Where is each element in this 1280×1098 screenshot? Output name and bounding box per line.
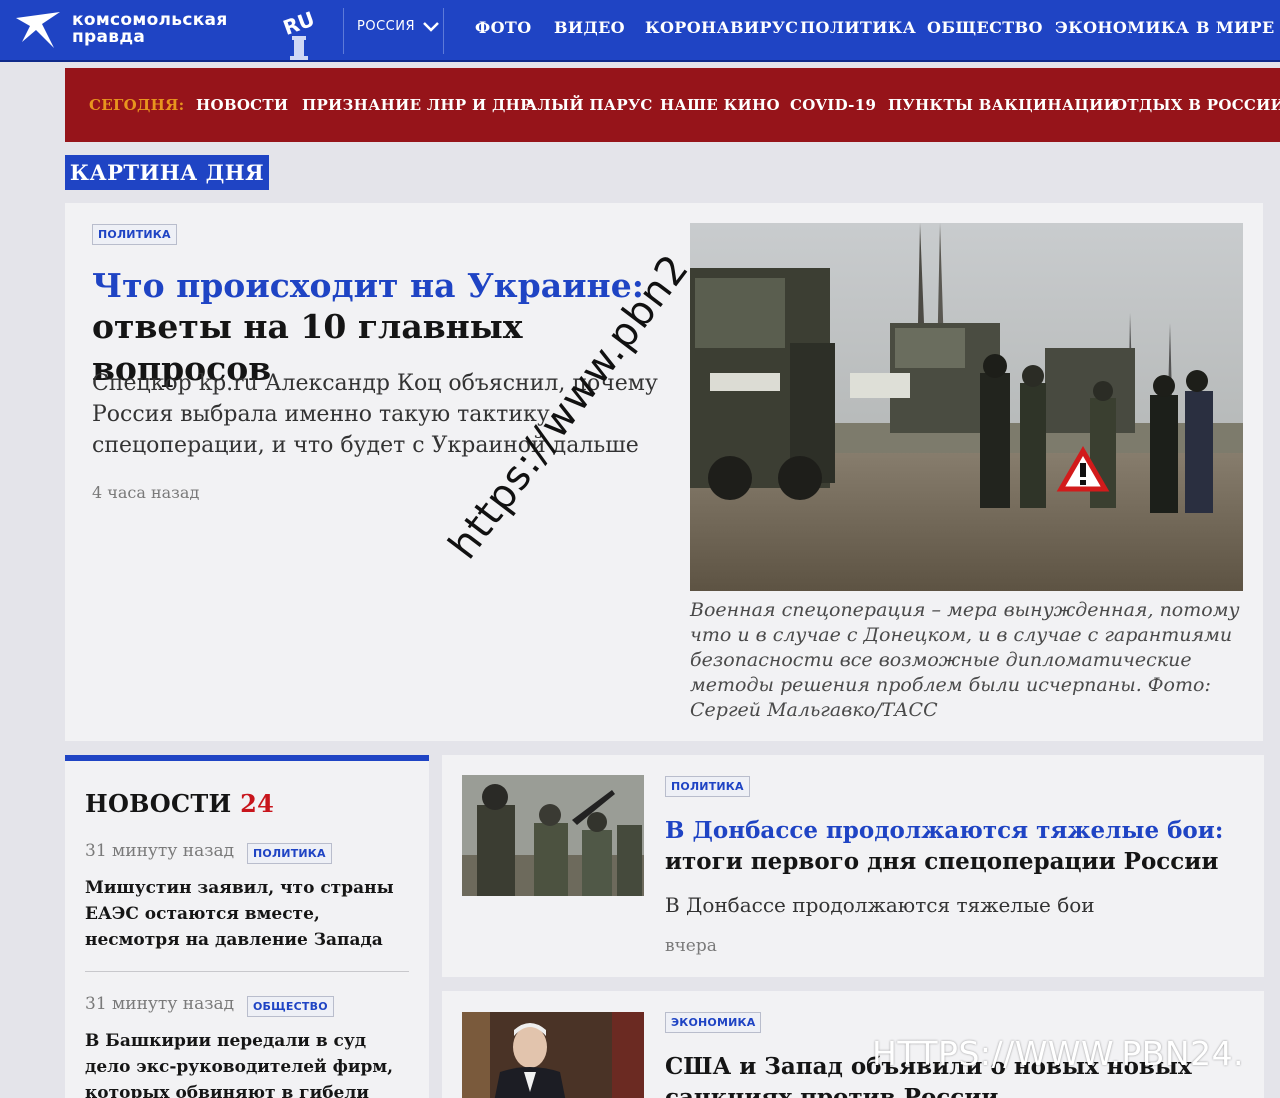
photo-caption: Военная спецоперация – мера вынужденная,… bbox=[690, 599, 1240, 721]
divider bbox=[443, 8, 444, 54]
today-news-link[interactable]: НОВОСТИ bbox=[196, 96, 288, 114]
top-navbar: комсомольская правда RU РОССИЯ ФОТО ВИДЕ… bbox=[0, 0, 1280, 62]
logo-text: комсомольская правда bbox=[72, 10, 228, 47]
chevron-down-icon bbox=[423, 21, 439, 32]
today-lnr-dnr-link[interactable]: ПРИЗНАНИЕ ЛНР И ДНР bbox=[302, 96, 532, 114]
site-logo[interactable]: комсомольская правда RU bbox=[14, 6, 334, 60]
soldiers-photo bbox=[462, 775, 644, 896]
nav-foto[interactable]: ФОТО bbox=[475, 18, 532, 37]
nav-politics[interactable]: ПОЛИТИКА bbox=[800, 18, 916, 37]
news24-item-headline[interactable]: Мишустин заявил, что страны ЕАЭС остаютс… bbox=[85, 875, 405, 953]
today-travel-link[interactable]: ОТДЫХ В РОССИИ bbox=[1114, 96, 1280, 114]
section-label: КАРТИНА ДНЯ bbox=[65, 155, 269, 190]
nav-world[interactable]: В МИРЕ bbox=[1196, 18, 1275, 37]
nav-video[interactable]: ВИДЕО bbox=[554, 18, 625, 37]
news24-item[interactable]: 31 минуту назад ПОЛИТИКА Мишустин заявил… bbox=[85, 841, 410, 961]
category-tag[interactable]: ПОЛИТИКА bbox=[247, 843, 332, 864]
story-card[interactable]: ПОЛИТИКА В Донбассе продолжаются тяжелые… bbox=[442, 755, 1264, 977]
today-aly-parus-link[interactable]: АЛЫЙ ПАРУС bbox=[525, 96, 653, 114]
divider bbox=[343, 8, 344, 54]
nav-economy[interactable]: ЭКОНОМИКА bbox=[1055, 18, 1189, 37]
story-photo[interactable] bbox=[462, 1012, 644, 1098]
svg-text:RU: RU bbox=[280, 7, 318, 40]
nav-coronavirus[interactable]: КОРОНАВИРУС bbox=[645, 18, 798, 37]
story-headline[interactable]: В Донбассе продолжаются тяжелые бои: ито… bbox=[665, 815, 1245, 877]
category-tag[interactable]: ЭКОНОМИКА bbox=[665, 1012, 762, 1033]
today-vaccination-link[interactable]: ПУНКТЫ ВАКЦИНАЦИИ bbox=[888, 96, 1118, 114]
ru-column-icon: RU bbox=[280, 7, 318, 60]
news24-item-time: 31 минуту назад bbox=[85, 994, 235, 1014]
story-time: вчера bbox=[665, 936, 717, 956]
divider bbox=[85, 971, 409, 972]
today-nashe-kino-link[interactable]: НАШЕ КИНО bbox=[660, 96, 780, 114]
news24-title[interactable]: НОВОСТИ 24 bbox=[85, 789, 274, 818]
watermark-corner: HTTPS://WWW.PBN24. bbox=[872, 1034, 1245, 1073]
today-label: СЕГОДНЯ: bbox=[89, 96, 185, 114]
story-photo[interactable] bbox=[462, 775, 644, 896]
news24-item[interactable]: 31 минуту назад ОБЩЕСТВО В Башкирии пере… bbox=[85, 994, 410, 1098]
category-tag[interactable]: ПОЛИТИКА bbox=[665, 776, 750, 797]
main-story-photo[interactable] bbox=[690, 223, 1243, 591]
region-select[interactable]: РОССИЯ bbox=[357, 19, 439, 34]
region-label: РОССИЯ bbox=[357, 19, 415, 34]
today-navbar: СЕГОДНЯ: НОВОСТИ ПРИЗНАНИЕ ЛНР И ДНР АЛЫ… bbox=[65, 68, 1280, 142]
category-tag[interactable]: ОБЩЕСТВО bbox=[247, 996, 334, 1017]
news24-item-headline[interactable]: В Башкирии передали в суд дело экс-руков… bbox=[85, 1028, 405, 1098]
category-tag[interactable]: ПОЛИТИКА bbox=[92, 224, 177, 245]
bird-logo-icon bbox=[16, 12, 60, 48]
story-lead: В Донбассе продолжаются тяжелые бои bbox=[665, 893, 1095, 917]
today-covid-link[interactable]: COVID-19 bbox=[790, 96, 876, 114]
news24-item-time: 31 минуту назад bbox=[85, 841, 235, 861]
military-convoy-photo bbox=[690, 223, 1243, 591]
nav-society[interactable]: ОБЩЕСТВО bbox=[927, 18, 1043, 37]
news24-panel: НОВОСТИ 24 31 минуту назад ПОЛИТИКА Мишу… bbox=[65, 755, 429, 1098]
politician-photo bbox=[462, 1012, 644, 1098]
main-story-time: 4 часа назад bbox=[92, 483, 200, 502]
